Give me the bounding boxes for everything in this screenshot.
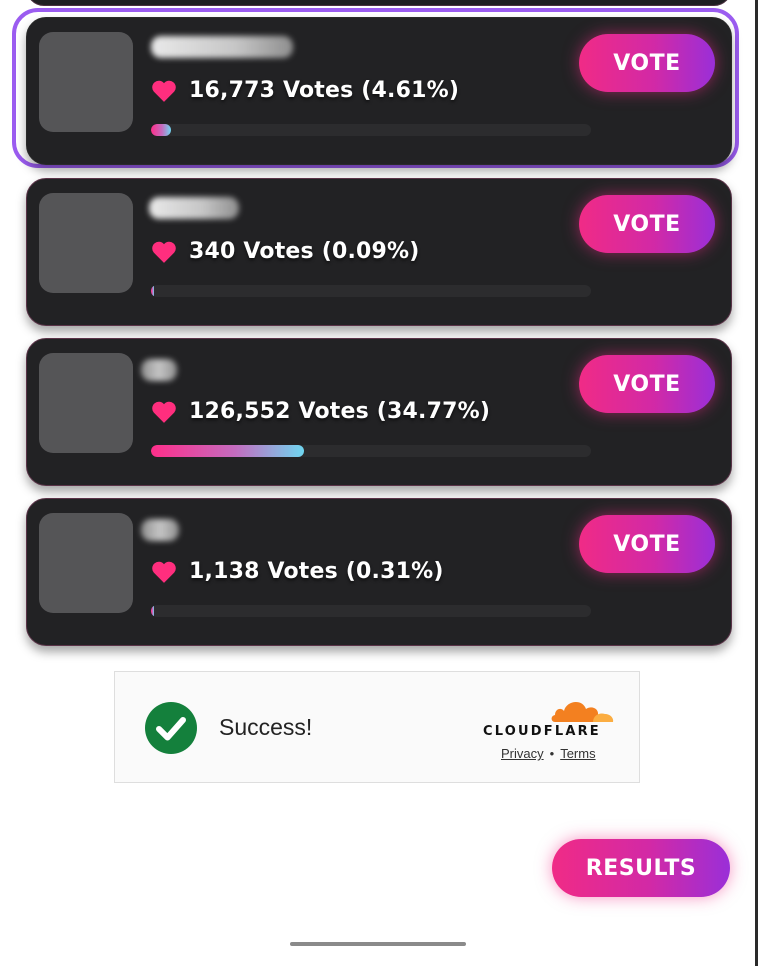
vote-share-bar	[151, 285, 591, 297]
cloudflare-logo-icon	[551, 702, 614, 722]
vote-share-fill	[151, 285, 154, 297]
candidate-photo	[39, 193, 133, 293]
heart-icon	[152, 80, 176, 102]
vote-share-fill	[151, 605, 154, 617]
results-button[interactable]: RESULTS	[552, 839, 730, 897]
vote-share-bar	[151, 605, 591, 617]
votes-row: 340 Votes (0.09%)	[151, 239, 420, 264]
vote-share-bar	[151, 445, 591, 457]
candidate-card: 340 Votes (0.09%) VOTE	[26, 178, 732, 326]
votes-row: 126,552 Votes (34.77%)	[151, 399, 490, 424]
candidate-name-redacted	[151, 36, 293, 58]
candidate-photo	[39, 353, 133, 453]
candidate-name-redacted	[149, 197, 239, 219]
vote-button[interactable]: VOTE	[579, 515, 715, 573]
link-separator: •	[549, 746, 555, 761]
privacy-link[interactable]: Privacy	[501, 746, 544, 761]
cloudflare-links: Privacy • Terms	[501, 746, 596, 761]
vote-button[interactable]: VOTE	[579, 34, 715, 92]
vote-share-bar	[151, 124, 591, 136]
candidate-photo	[39, 513, 133, 613]
votes-count: 1,138 Votes (0.31%)	[189, 559, 444, 584]
vote-button[interactable]: VOTE	[579, 195, 715, 253]
candidate-name-redacted	[141, 359, 177, 381]
votes-count: 126,552 Votes (34.77%)	[189, 399, 491, 424]
heart-icon	[152, 241, 176, 263]
heart-icon	[152, 561, 176, 583]
votes-count: 340 Votes (0.09%)	[189, 239, 420, 264]
candidate-photo	[39, 32, 133, 132]
cloudflare-wordmark: CLOUDFLARE	[483, 724, 601, 739]
candidate-card: 16,773 Votes (4.61%) VOTE	[26, 17, 732, 165]
heart-icon	[152, 401, 176, 423]
candidate-card: 1,138 Votes (0.31%) VOTE	[26, 498, 732, 646]
candidate-name-redacted	[141, 519, 179, 541]
votes-count: 16,773 Votes (4.61%)	[189, 78, 460, 103]
votes-row: 1,138 Votes (0.31%)	[151, 559, 444, 584]
terms-link[interactable]: Terms	[560, 746, 595, 761]
vote-share-fill	[151, 124, 172, 136]
cloudflare-turnstile-widget: Success! CLOUDFLARE Privacy • Terms	[114, 671, 640, 783]
vote-share-fill	[151, 445, 304, 457]
captcha-status: Success!	[219, 714, 313, 740]
vote-button[interactable]: VOTE	[579, 355, 715, 413]
home-indicator	[290, 942, 466, 946]
votes-row: 16,773 Votes (4.61%)	[151, 78, 459, 103]
success-check-icon	[145, 702, 197, 754]
previous-candidate-card	[26, 0, 732, 6]
candidate-card: 126,552 Votes (34.77%) VOTE	[26, 338, 732, 486]
